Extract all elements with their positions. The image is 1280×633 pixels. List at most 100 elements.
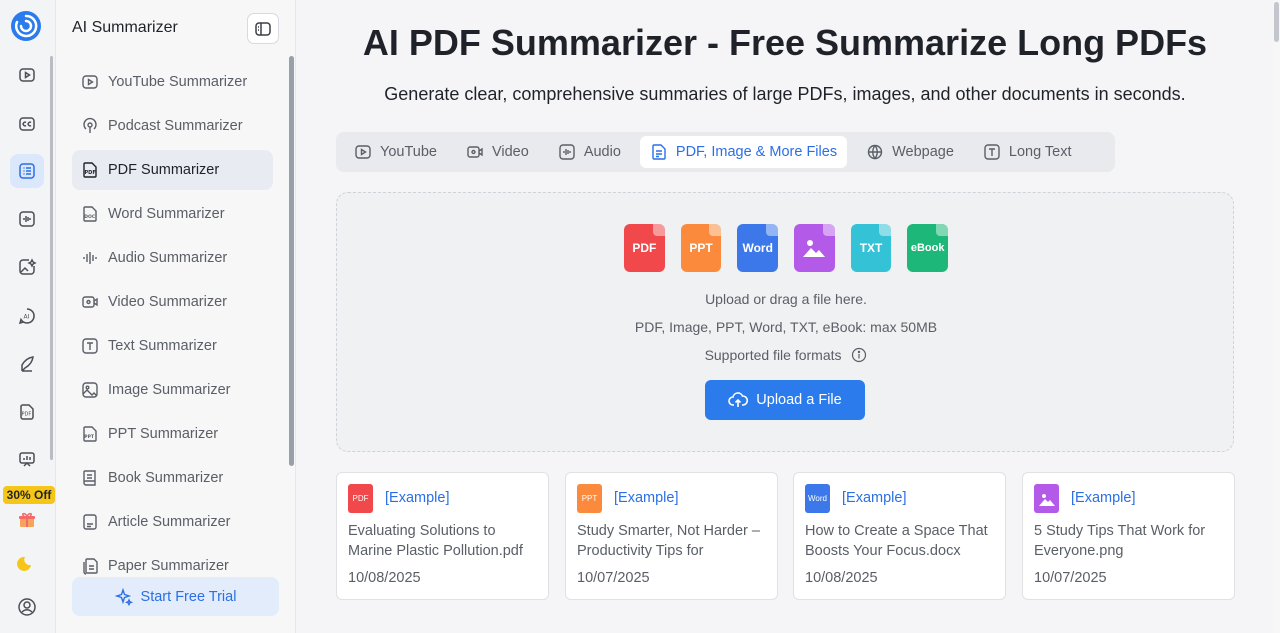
- example-name: Evaluating Solutions to Marine Plastic P…: [348, 523, 523, 559]
- sidebar-collapse-button[interactable]: [247, 13, 279, 44]
- tab-audio[interactable]: Audio: [548, 136, 631, 168]
- youtube-icon: [80, 72, 100, 92]
- text-icon: [80, 336, 100, 356]
- rail-scrollbar[interactable]: [50, 56, 53, 460]
- promo-badge[interactable]: 30% Off: [3, 486, 55, 504]
- example-name: How to Create a Space That Boosts Your F…: [805, 523, 988, 559]
- gift-icon[interactable]: [10, 503, 44, 537]
- example-card[interactable]: Word [Example] How to Create a Space Tha…: [793, 472, 1006, 600]
- podcast-icon: [80, 116, 100, 136]
- sidebar-item-book[interactable]: Book Summarizer: [72, 458, 273, 498]
- supported-formats-label: Supported file formats: [704, 347, 842, 363]
- file-limits-text: PDF, Image, PPT, Word, TXT, eBook: max 5…: [634, 319, 938, 335]
- upload-hint: Upload or drag a file here.: [705, 291, 867, 307]
- sidebar-item-label: YouTube Summarizer: [108, 74, 248, 90]
- tab-video[interactable]: Video: [456, 136, 539, 168]
- example-card[interactable]: PPT [Example] Study Smarter, Not Harder …: [565, 472, 778, 600]
- svg-text:PDF: PDF: [22, 412, 32, 418]
- image-edit-icon[interactable]: [10, 250, 44, 284]
- source-tabs: YouTube Video Audio PDF, Image & More Fi…: [336, 132, 1115, 172]
- sidebar-item-audio[interactable]: Audio Summarizer: [72, 238, 273, 278]
- page-scrollbar-thumb[interactable]: [1274, 2, 1279, 42]
- sidebar-item-label: Word Summarizer: [108, 206, 225, 222]
- sidebar-item-pdf[interactable]: PDF PDF Summarizer: [72, 150, 273, 190]
- tab-files[interactable]: PDF, Image & More Files: [639, 136, 848, 168]
- image-file-icon: [794, 224, 835, 272]
- image-file-icon: [1034, 484, 1059, 513]
- moon-icon[interactable]: [10, 546, 44, 580]
- paper-icon: [80, 556, 100, 576]
- sidebar-item-label: PPT Summarizer: [108, 426, 219, 442]
- example-name: Study Smarter, Not Harder – Productivity…: [577, 523, 760, 559]
- example-tag[interactable]: [Example]: [1071, 490, 1135, 506]
- sidebar: AI Summarizer YouTube Summarizer Podcast…: [56, 0, 296, 633]
- app-logo-icon[interactable]: [10, 10, 42, 42]
- pdf-icon[interactable]: PDF: [10, 395, 44, 429]
- example-date: 10/07/2025: [577, 570, 650, 586]
- user-icon[interactable]: [10, 590, 44, 624]
- tab-label: YouTube: [380, 144, 437, 160]
- page-scrollbar[interactable]: [1273, 0, 1280, 633]
- sidebar-item-image[interactable]: Image Summarizer: [72, 370, 273, 410]
- sidebar-item-youtube[interactable]: YouTube Summarizer: [72, 62, 273, 102]
- ppt-icon: PPT: [80, 424, 100, 444]
- svg-text:AI: AI: [24, 314, 30, 321]
- sidebar-item-article[interactable]: Article Summarizer: [72, 502, 273, 542]
- doc-icon: DOC: [80, 204, 100, 224]
- ppt-file-icon: PPT: [577, 484, 602, 513]
- example-tag[interactable]: [Example]: [385, 490, 449, 506]
- example-tag[interactable]: [Example]: [842, 490, 906, 506]
- sidebar-list: YouTube Summarizer Podcast Summarizer PD…: [72, 62, 273, 590]
- cloud-upload-icon: [728, 392, 749, 407]
- sidebar-scrollbar[interactable]: [289, 56, 294, 466]
- supported-formats: Supported file formats: [337, 347, 1235, 363]
- audio-icon: [559, 144, 575, 160]
- sparkle-icon: [114, 587, 133, 606]
- svg-text:DOC: DOC: [84, 214, 96, 220]
- example-card[interactable]: [Example] 5 Study Tips That Work for Eve…: [1022, 472, 1235, 600]
- word-file-icon: Word: [805, 484, 830, 513]
- txt-file-icon: TXT: [850, 224, 892, 272]
- example-date: 10/08/2025: [805, 570, 878, 586]
- sidebar-item-text[interactable]: Text Summarizer: [72, 326, 273, 366]
- sidebar-item-ppt[interactable]: PPT PPT Summarizer: [72, 414, 273, 454]
- sidebar-item-word[interactable]: DOC Word Summarizer: [72, 194, 273, 234]
- sidebar-item-label: Paper Summarizer: [108, 558, 229, 574]
- document-list-icon[interactable]: [10, 154, 44, 188]
- example-tag[interactable]: [Example]: [614, 490, 678, 506]
- info-icon[interactable]: [851, 347, 867, 363]
- sidebar-item-podcast[interactable]: Podcast Summarizer: [72, 106, 273, 146]
- sidebar-item-label: Podcast Summarizer: [108, 118, 243, 134]
- webpage-icon: [867, 144, 883, 160]
- file-icon: [652, 144, 666, 160]
- text-icon: [984, 144, 1000, 160]
- start-free-trial-button[interactable]: Start Free Trial: [72, 577, 279, 616]
- example-card[interactable]: PDF [Example] Evaluating Solutions to Ma…: [336, 472, 549, 600]
- video-icon: [80, 292, 100, 312]
- sidebar-item-label: Video Summarizer: [108, 294, 228, 310]
- sidebar-item-label: Text Summarizer: [108, 338, 217, 354]
- svg-text:PDF: PDF: [85, 170, 96, 176]
- youtube-icon[interactable]: [10, 58, 44, 92]
- ebook-file-icon: eBook: [907, 224, 949, 272]
- pen-icon[interactable]: [10, 347, 44, 381]
- presentation-icon[interactable]: [10, 443, 44, 477]
- upload-dropzone[interactable]: PDF PPT Word TXT eBook Upload or drag a …: [336, 192, 1234, 452]
- tab-long-text[interactable]: Long Text: [973, 136, 1082, 168]
- example-date: 10/08/2025: [348, 570, 421, 586]
- tab-youtube[interactable]: YouTube: [344, 136, 447, 168]
- ppt-file-icon: PPT: [680, 224, 722, 272]
- upload-file-label: Upload a File: [756, 392, 842, 408]
- sidebar-item-video[interactable]: Video Summarizer: [72, 282, 273, 322]
- main-content: AI PDF Summarizer - Free Summarize Long …: [297, 0, 1273, 633]
- captions-icon[interactable]: [10, 107, 44, 141]
- sidebar-item-label: Image Summarizer: [108, 382, 231, 398]
- page-title: AI PDF Summarizer - Free Summarize Long …: [362, 22, 1208, 63]
- upload-file-button[interactable]: Upload a File: [705, 380, 865, 420]
- tab-webpage[interactable]: Webpage: [856, 136, 964, 168]
- book-icon: [80, 468, 100, 488]
- ai-chat-icon[interactable]: AI: [10, 299, 44, 333]
- audio-wave-icon[interactable]: [10, 202, 44, 236]
- panel-toggle-icon: [255, 21, 271, 36]
- pdf-icon: PDF: [80, 160, 100, 180]
